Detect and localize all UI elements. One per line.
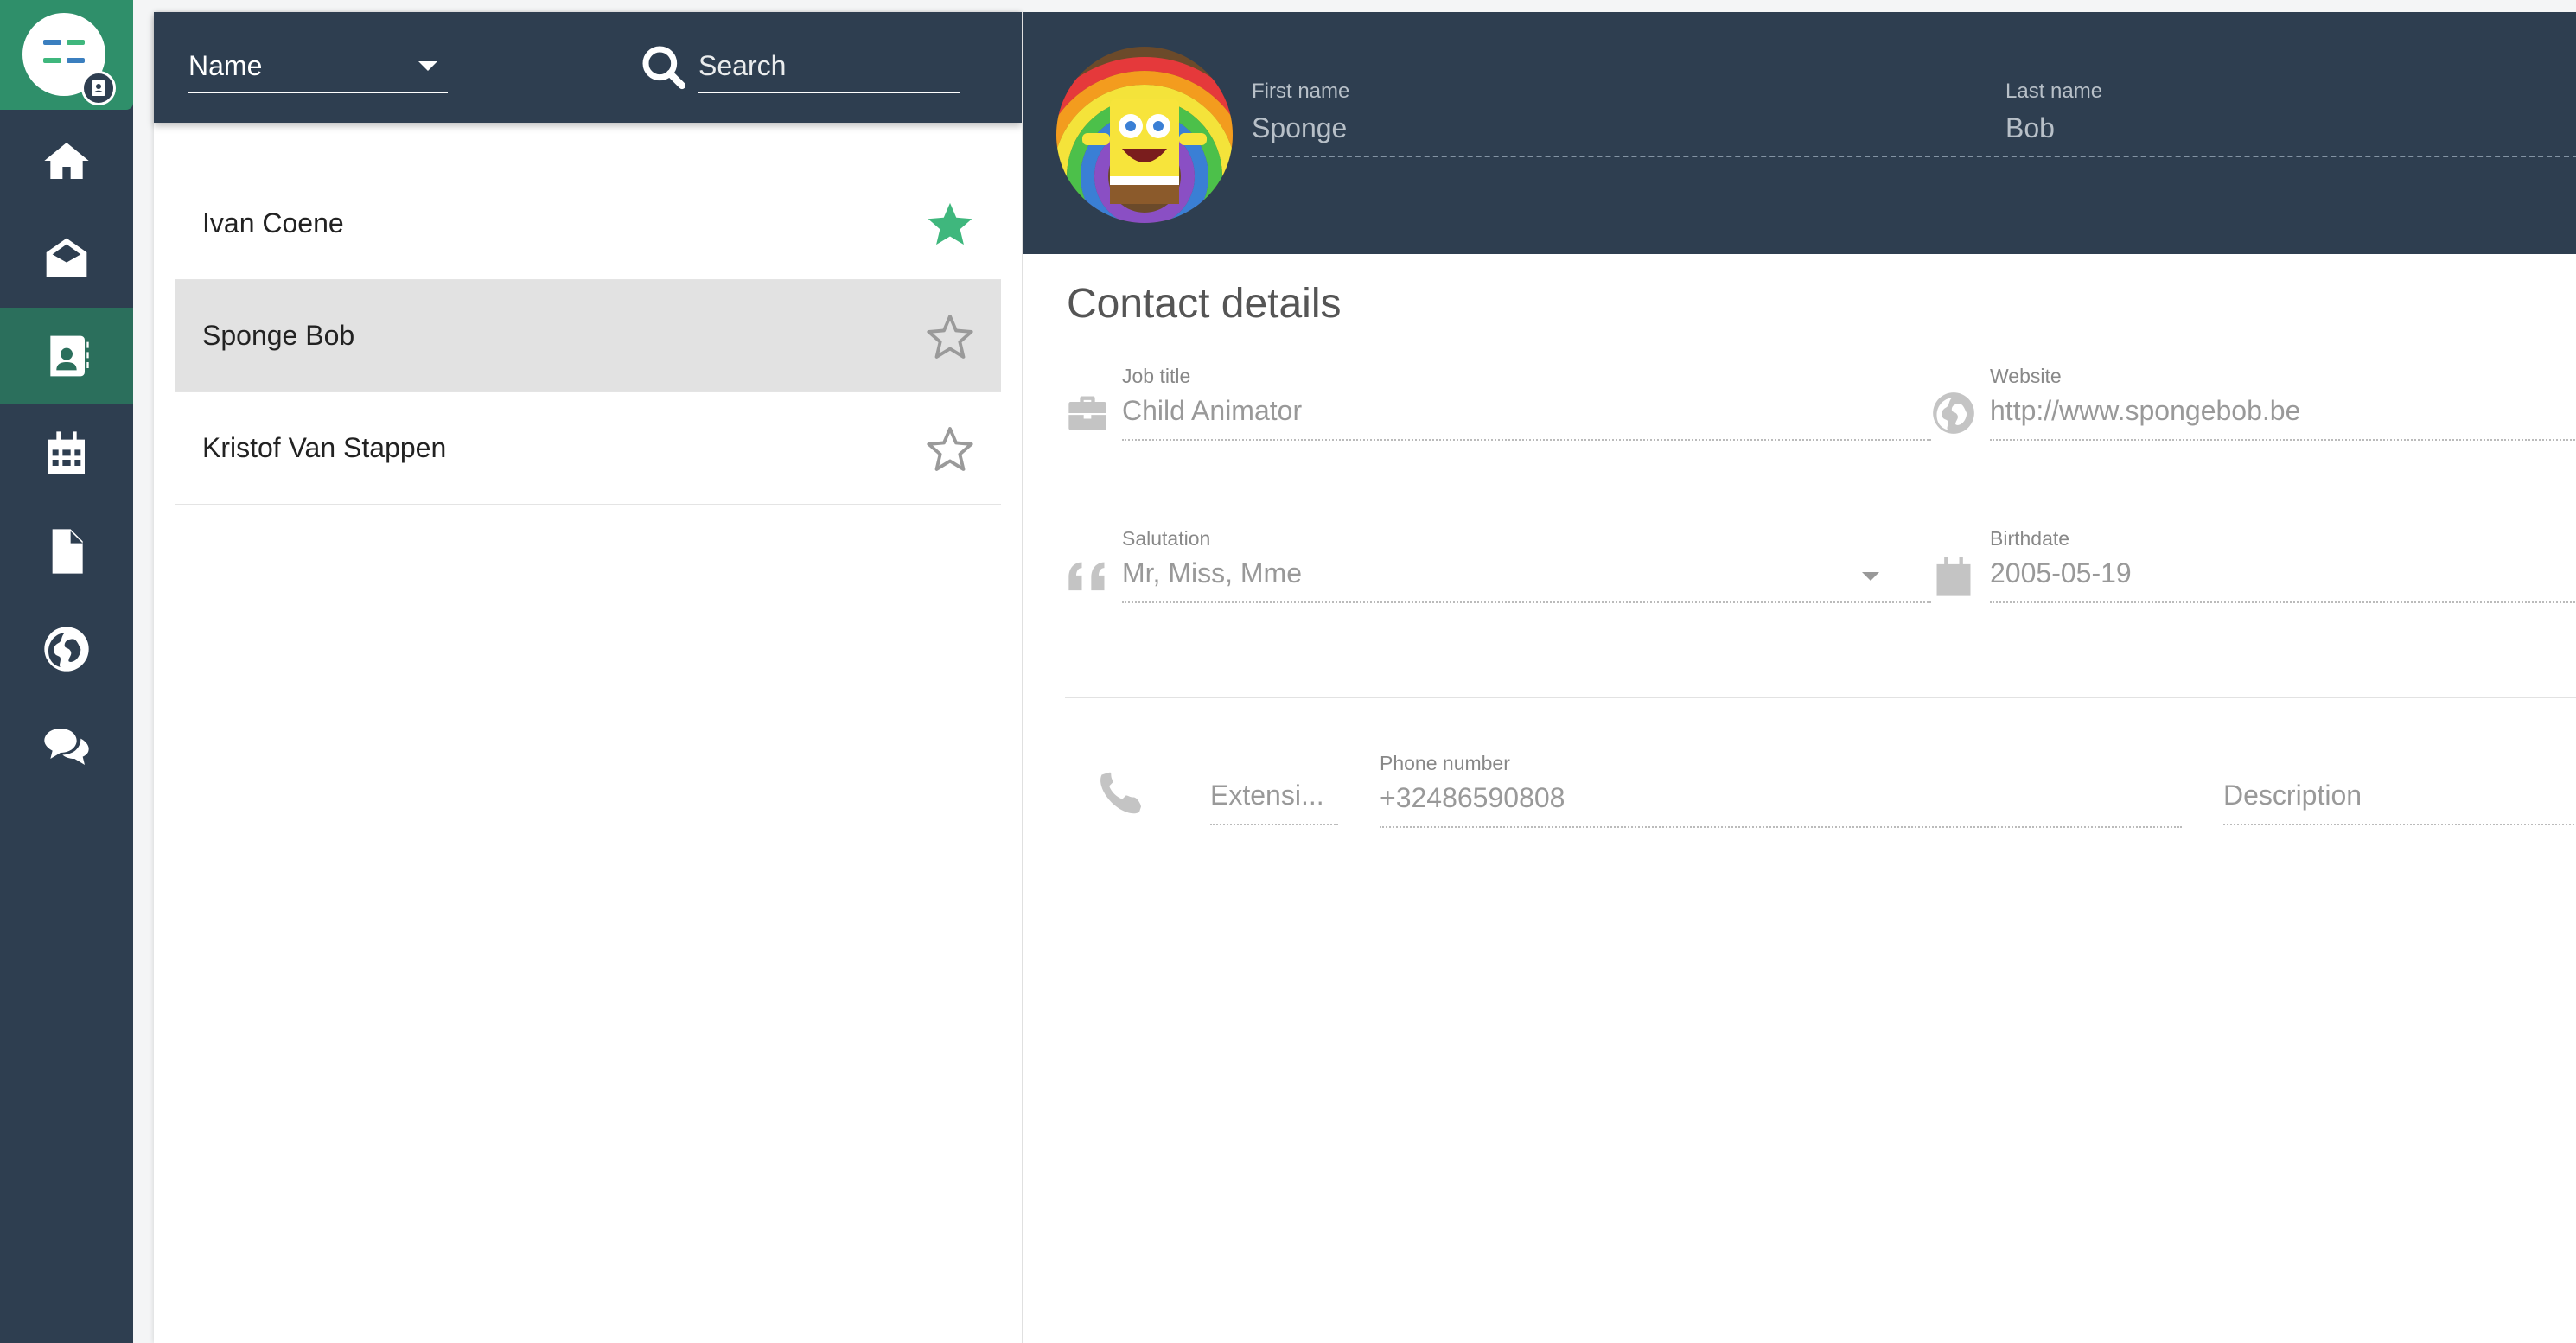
envelope-open-icon bbox=[46, 238, 87, 277]
job-title-field[interactable]: Job title Child Animator bbox=[1122, 365, 1931, 441]
phone-number-label: Phone number bbox=[1380, 752, 1510, 774]
star-outline-icon[interactable] bbox=[925, 311, 975, 361]
search-icon[interactable] bbox=[640, 43, 688, 92]
phone-description-placeholder[interactable]: Description bbox=[2223, 780, 2576, 825]
sort-select-value: Name bbox=[188, 49, 263, 81]
apps-grid-icon bbox=[43, 40, 85, 69]
phone-number-value[interactable]: +32486590808 bbox=[1380, 782, 2182, 828]
website-value[interactable]: http://www.spongebob.be bbox=[1990, 395, 2576, 441]
contact-name: Ivan Coene bbox=[202, 207, 344, 239]
contact-name: Kristof Van Stappen bbox=[202, 432, 447, 463]
nav-mail[interactable] bbox=[0, 210, 133, 307]
website-field[interactable]: Website http://www.spongebob.be bbox=[1990, 365, 2576, 441]
contact-list-panel: Name Ivan Coene Sponge Bob Kristof Van S… bbox=[154, 12, 1022, 1343]
salutation-label: Salutation bbox=[1122, 527, 1211, 550]
nav-calendar[interactable] bbox=[0, 405, 133, 502]
name-underline bbox=[1252, 156, 2576, 157]
last-name-value[interactable]: Bob bbox=[2005, 112, 2102, 144]
salutation-value[interactable]: Mr, Miss, Mme bbox=[1122, 557, 1931, 603]
birthdate-label: Birthdate bbox=[1990, 527, 2070, 550]
chevron-down-icon bbox=[418, 60, 437, 71]
first-name-field[interactable]: First name Sponge bbox=[1252, 80, 1349, 144]
nav-home[interactable] bbox=[0, 112, 133, 209]
contact-name: Sponge Bob bbox=[202, 320, 355, 351]
app-switcher[interactable] bbox=[0, 0, 133, 110]
chevron-down-icon[interactable] bbox=[1862, 572, 1879, 581]
avatar[interactable] bbox=[1056, 47, 1233, 223]
birthdate-field[interactable]: Birthdate 2005-05-19 bbox=[1990, 527, 2576, 603]
globe-icon bbox=[44, 627, 89, 672]
phone-icon bbox=[1100, 772, 1141, 814]
calendar-icon bbox=[1936, 557, 1971, 596]
briefcase-icon bbox=[1068, 396, 1106, 430]
first-name-label: First name bbox=[1252, 80, 1350, 103]
calendar-icon bbox=[48, 431, 85, 474]
section-title: Contact details bbox=[1067, 281, 1342, 327]
contact-detail-panel: First name Sponge Last name Bob Contact … bbox=[1022, 12, 2576, 1343]
extension-placeholder[interactable]: Extensi... bbox=[1210, 780, 1338, 825]
nav-contacts[interactable] bbox=[0, 308, 133, 404]
home-icon bbox=[44, 143, 89, 179]
star-filled-icon[interactable] bbox=[925, 199, 975, 249]
last-name-field[interactable]: Last name Bob bbox=[2005, 80, 2102, 144]
contact-row[interactable]: Ivan Coene bbox=[175, 168, 1001, 280]
nav-chat[interactable] bbox=[0, 698, 133, 795]
search-input[interactable] bbox=[698, 45, 960, 93]
phone-description-field[interactable]: Description bbox=[2223, 773, 2576, 825]
nav-web[interactable] bbox=[0, 601, 133, 697]
quote-icon bbox=[1068, 562, 1105, 591]
contacts-badge-icon bbox=[81, 71, 116, 105]
nav-rail bbox=[0, 0, 133, 1343]
address-book-icon bbox=[50, 335, 89, 377]
detail-header: First name Sponge Last name Bob bbox=[1023, 12, 2576, 254]
phone-number-field[interactable]: Phone number +32486590808 bbox=[1380, 752, 2182, 828]
contact-row[interactable]: Sponge Bob bbox=[175, 280, 1001, 392]
nav-files[interactable] bbox=[0, 503, 133, 600]
last-name-label: Last name bbox=[2005, 80, 2103, 103]
chat-bubbles-icon bbox=[44, 729, 89, 765]
globe-icon bbox=[1933, 392, 1974, 434]
star-outline-icon[interactable] bbox=[925, 423, 975, 474]
salutation-select[interactable]: Salutation Mr, Miss, Mme bbox=[1122, 527, 1931, 603]
sort-select[interactable]: Name bbox=[188, 45, 448, 93]
contact-row[interactable]: Kristof Van Stappen bbox=[175, 392, 1001, 505]
first-name-value[interactable]: Sponge bbox=[1252, 112, 1349, 144]
job-title-label: Job title bbox=[1122, 365, 1191, 387]
file-icon bbox=[52, 529, 83, 574]
website-label: Website bbox=[1990, 365, 2062, 387]
birthdate-value[interactable]: 2005-05-19 bbox=[1990, 557, 2576, 603]
divider bbox=[1065, 697, 2576, 698]
job-title-value[interactable]: Child Animator bbox=[1122, 395, 1931, 441]
list-header: Name bbox=[154, 12, 1022, 123]
avatar-image bbox=[1056, 47, 1233, 223]
extension-field[interactable]: Extensi... bbox=[1210, 773, 1338, 825]
contact-list: Ivan Coene Sponge Bob Kristof Van Stappe… bbox=[175, 168, 1001, 505]
